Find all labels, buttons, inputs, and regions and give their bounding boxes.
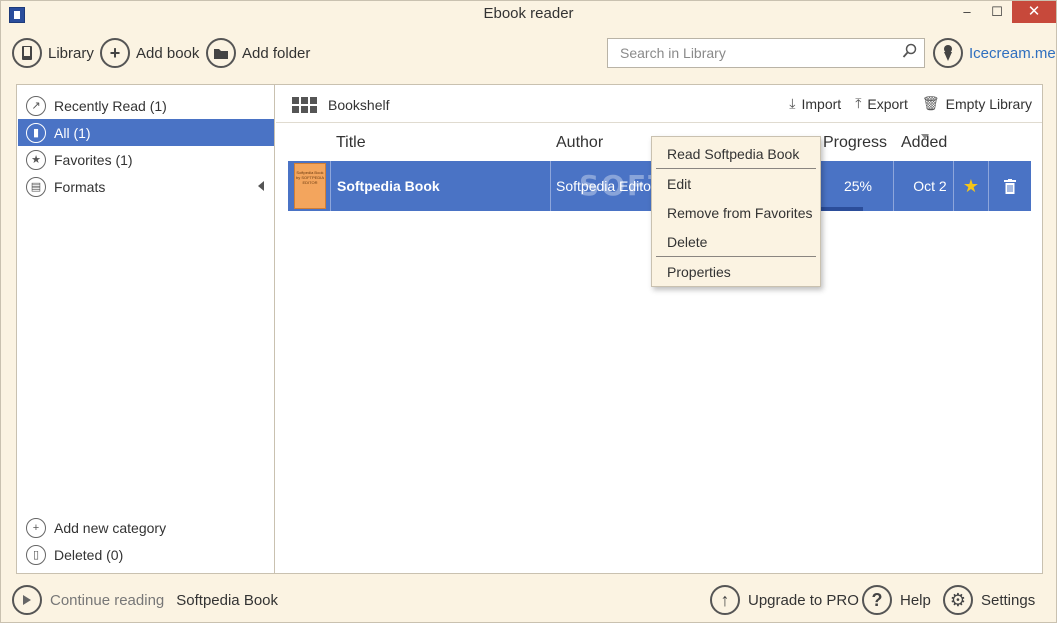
upload-icon: ⤒ (855, 95, 862, 111)
sidebar-item-recently-read[interactable]: ↗ Recently Read (1) (18, 92, 274, 119)
window-controls: – ☐ ✕ (952, 1, 1056, 27)
book-title: Softpedia Book (337, 178, 440, 194)
trash-icon: ▯ (26, 544, 46, 565)
empty-library-button[interactable]: 🗑 Empty Library (922, 95, 1032, 112)
book-cover-thumbnail: Softpedia Book by SOFTPEDIA EDITOR (294, 163, 326, 209)
title-bar: Ebook reader – ☐ ✕ (1, 1, 1056, 29)
help-label: Help (900, 591, 931, 609)
search-input[interactable] (608, 40, 896, 66)
close-button[interactable]: ✕ (1012, 1, 1056, 23)
add-book-button[interactable]: + Add book (100, 38, 199, 68)
export-label: Export (867, 95, 908, 112)
share-icon: ↗ (26, 95, 46, 116)
sidebar-item-formats[interactable]: ▤ Formats (18, 173, 274, 200)
bookshelf-toggle[interactable]: Bookshelf (292, 97, 389, 113)
delete-book-icon[interactable] (989, 161, 1031, 211)
sidebar-item-deleted[interactable]: ▯ Deleted (0) (18, 541, 274, 568)
library-label: Library (48, 44, 94, 62)
library-actions: ⤓ Import ⤒ Export 🗑 Empty Library (789, 95, 1032, 112)
folder-icon (206, 38, 236, 68)
minimize-button[interactable]: – (952, 1, 982, 23)
trash-icon: 🗑 (921, 95, 940, 111)
brand[interactable]: Icecream.me (933, 38, 1056, 68)
empty-library-label: Empty Library (945, 95, 1032, 112)
column-author[interactable]: Author (556, 134, 603, 152)
sort-caret-icon (921, 134, 929, 139)
menu-item-edit[interactable]: Edit (667, 176, 691, 192)
app-icon (9, 7, 25, 23)
question-icon: ? (862, 585, 892, 615)
continue-reading-book: Softpedia Book (176, 591, 279, 609)
play-icon (12, 585, 42, 615)
export-button[interactable]: ⤒ Export (855, 95, 908, 112)
column-progress[interactable]: Progress (823, 134, 887, 152)
import-button[interactable]: ⤓ Import (789, 95, 841, 112)
cover-subtitle: by SOFTPEDIA EDITOR (295, 175, 324, 185)
book-icon: ▮ (26, 122, 46, 143)
sidebar-item-label: Formats (54, 178, 106, 195)
search-icon[interactable] (896, 43, 924, 64)
favorite-star-icon[interactable]: ★ (954, 161, 988, 211)
continue-reading-button[interactable]: Continue reading Softpedia Book (12, 585, 278, 615)
sidebar-item-label: Recently Read (1) (54, 97, 167, 114)
help-button[interactable]: ? Help (862, 585, 931, 615)
sidebar-item-label: Add new category (54, 519, 167, 536)
download-icon: ⤓ (789, 95, 796, 111)
sidebar-item-all[interactable]: ▮ All (1) (18, 119, 274, 146)
upgrade-label: Upgrade to PRO (748, 591, 859, 609)
sidebar-item-favorites[interactable]: ★ Favorites (1) (18, 146, 274, 173)
menu-item-remove-favorites[interactable]: Remove from Favorites (667, 205, 812, 221)
arrow-up-icon: ↑ (710, 585, 740, 615)
app-window: Ebook reader – ☐ ✕ Library + Add book Ad… (0, 0, 1057, 623)
library-button[interactable]: Library (12, 38, 94, 68)
column-title[interactable]: Title (336, 134, 366, 152)
continue-reading-label: Continue reading (50, 591, 165, 609)
add-category-button[interactable]: + Add new category (18, 514, 274, 541)
upgrade-button[interactable]: ↑ Upgrade to PRO (710, 585, 859, 615)
book-added-date: Oct 2 (913, 178, 947, 194)
progress-bar (818, 207, 863, 211)
import-label: Import (801, 95, 842, 112)
add-folder-button[interactable]: Add folder (206, 38, 310, 68)
window-title: Ebook reader (483, 5, 574, 22)
brand-link[interactable]: Icecream.me (969, 45, 1056, 62)
file-icon: ▤ (26, 176, 46, 197)
add-folder-label: Add folder (242, 44, 311, 62)
sidebar: ↗ Recently Read (1) ▮ All (1) ★ Favorite… (17, 85, 275, 573)
sidebar-item-label: Favorites (1) (54, 151, 133, 168)
gear-icon: ⚙ (943, 585, 973, 615)
context-menu: Read Softpedia Book Edit Remove from Fav… (651, 136, 821, 287)
main-panel: ↗ Recently Read (1) ▮ All (1) ★ Favorite… (16, 84, 1043, 574)
status-bar: Continue reading Softpedia Book ↑ Upgrad… (1, 583, 1056, 617)
settings-label: Settings (981, 591, 1036, 609)
book-progress: 25% (843, 178, 873, 194)
plus-icon: + (26, 517, 46, 538)
icecream-logo-icon (933, 38, 963, 68)
sidebar-item-label: All (1) (54, 124, 91, 141)
search-box (607, 38, 925, 68)
menu-item-properties[interactable]: Properties (667, 264, 731, 280)
maximize-button[interactable]: ☐ (982, 1, 1012, 23)
sidebar-item-label: Deleted (0) (54, 546, 124, 563)
bookshelf-label: Bookshelf (328, 97, 390, 113)
expand-arrow-icon[interactable] (258, 181, 264, 191)
content-toolbar: Bookshelf ⤓ Import ⤒ Export 🗑 Empty Libr… (276, 85, 1042, 123)
settings-button[interactable]: ⚙ Settings (943, 585, 1035, 615)
star-icon: ★ (26, 149, 46, 170)
library-icon (12, 38, 42, 68)
grid-icon (292, 97, 318, 113)
plus-icon: + (100, 38, 130, 68)
menu-item-read[interactable]: Read Softpedia Book (667, 146, 799, 162)
toolbar: Library + Add book Add folder Icecream.m… (1, 35, 1056, 73)
add-book-label: Add book (136, 44, 200, 62)
menu-item-delete[interactable]: Delete (667, 234, 707, 250)
